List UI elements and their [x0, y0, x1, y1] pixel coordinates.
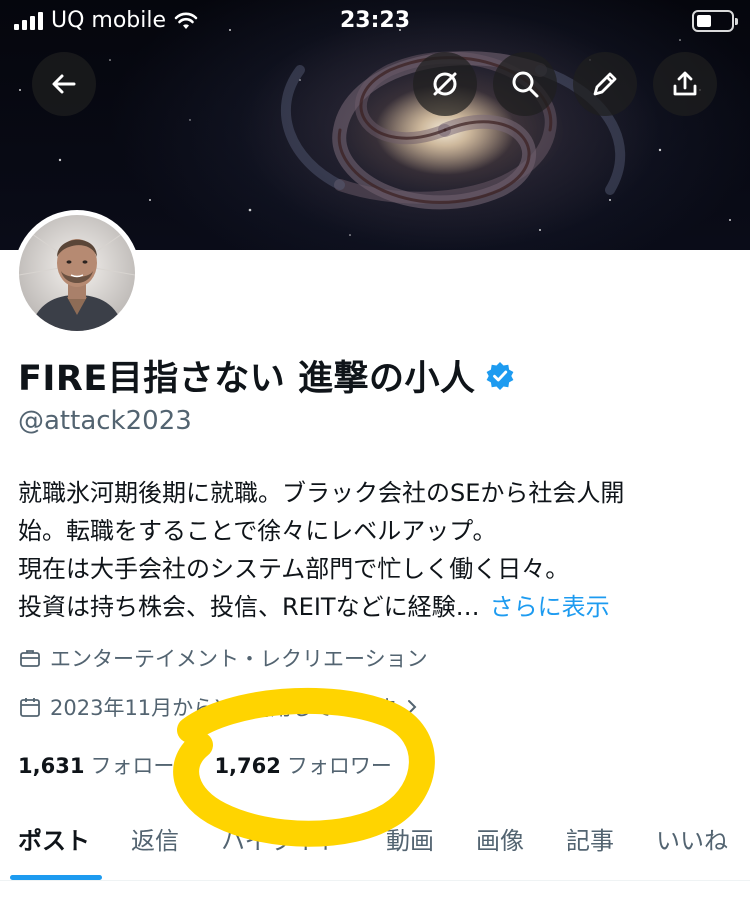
- tabs-divider: [0, 880, 750, 881]
- search-button[interactable]: [493, 52, 557, 116]
- tab-highlights[interactable]: ハイライト: [221, 821, 341, 856]
- pencil-icon: [593, 72, 617, 96]
- bio-line: 始。転職をすることで徐々にレベルアップ。: [18, 517, 497, 545]
- back-button[interactable]: [32, 52, 96, 116]
- tab-posts[interactable]: ポスト: [18, 821, 90, 856]
- share-button[interactable]: [653, 52, 717, 116]
- search-icon: [512, 71, 539, 98]
- following-label: フォロー: [90, 754, 175, 778]
- tab-replies[interactable]: 返信: [131, 821, 179, 856]
- tab-likes[interactable]: いいね: [656, 821, 728, 856]
- verified-badge-icon[interactable]: [485, 361, 515, 391]
- mute-button[interactable]: [413, 52, 477, 116]
- profile-handle: @attack2023: [18, 406, 192, 436]
- profile-name: FIRE目指さない 進撃の小人: [18, 359, 476, 399]
- follow-stats: 1,631 フォロー 1,762 フォロワー: [18, 750, 392, 780]
- share-icon: [673, 71, 697, 96]
- tab-articles[interactable]: 記事: [566, 821, 614, 856]
- followers-link[interactable]: 1,762 フォロワー: [214, 750, 391, 780]
- profile-name-row: FIRE目指さない 進撃の小人: [18, 350, 515, 401]
- avatar[interactable]: [14, 210, 140, 336]
- profile-joined[interactable]: 2023年11月からXを利用しています: [18, 692, 420, 722]
- briefcase-icon: [20, 650, 40, 667]
- bio-line: 投資は持ち株会、投信、REITなどに経験…: [18, 593, 480, 621]
- mute-icon: [433, 72, 457, 96]
- show-more-link[interactable]: さらに表示: [490, 593, 610, 621]
- profile-bio: 就職氷河期後期に就職。ブラック会社のSEから社会人開 始。転職をすることで徐々に…: [18, 474, 738, 626]
- avatar-image: [19, 215, 135, 331]
- followers-label: フォロワー: [286, 754, 392, 778]
- tab-images[interactable]: 画像: [476, 821, 524, 856]
- profile-tabs: ポスト 返信 ハイライト 動画 画像 記事 いいね: [0, 815, 750, 881]
- followers-count: 1,762: [214, 754, 281, 778]
- back-arrow-icon: [52, 74, 76, 94]
- following-count: 1,631: [18, 754, 85, 778]
- bio-line: 就職氷河期後期に就職。ブラック会社のSEから社会人開: [18, 479, 625, 507]
- joined-label: 2023年11月からXを利用しています: [50, 696, 396, 720]
- calendar-icon: [20, 698, 40, 717]
- profile-category: エンターテイメント・レクリエーション: [18, 643, 428, 673]
- bio-line-last: 投資は持ち株会、投信、REITなどに経験… さらに表示: [18, 588, 738, 626]
- bio-line: 現在は大手会社のシステム部門で忙しく働く日々。: [18, 555, 570, 583]
- category-label: エンターテイメント・レクリエーション: [50, 647, 428, 671]
- status-time: 23:23: [339, 8, 411, 33]
- status-bar: UQ mobile 23:23: [0, 0, 750, 44]
- tab-videos[interactable]: 動画: [386, 821, 434, 856]
- chevron-right-icon: [407, 700, 417, 714]
- battery-icon: [692, 10, 738, 32]
- following-link[interactable]: 1,631 フォロー: [18, 750, 174, 780]
- edit-button[interactable]: [573, 52, 637, 116]
